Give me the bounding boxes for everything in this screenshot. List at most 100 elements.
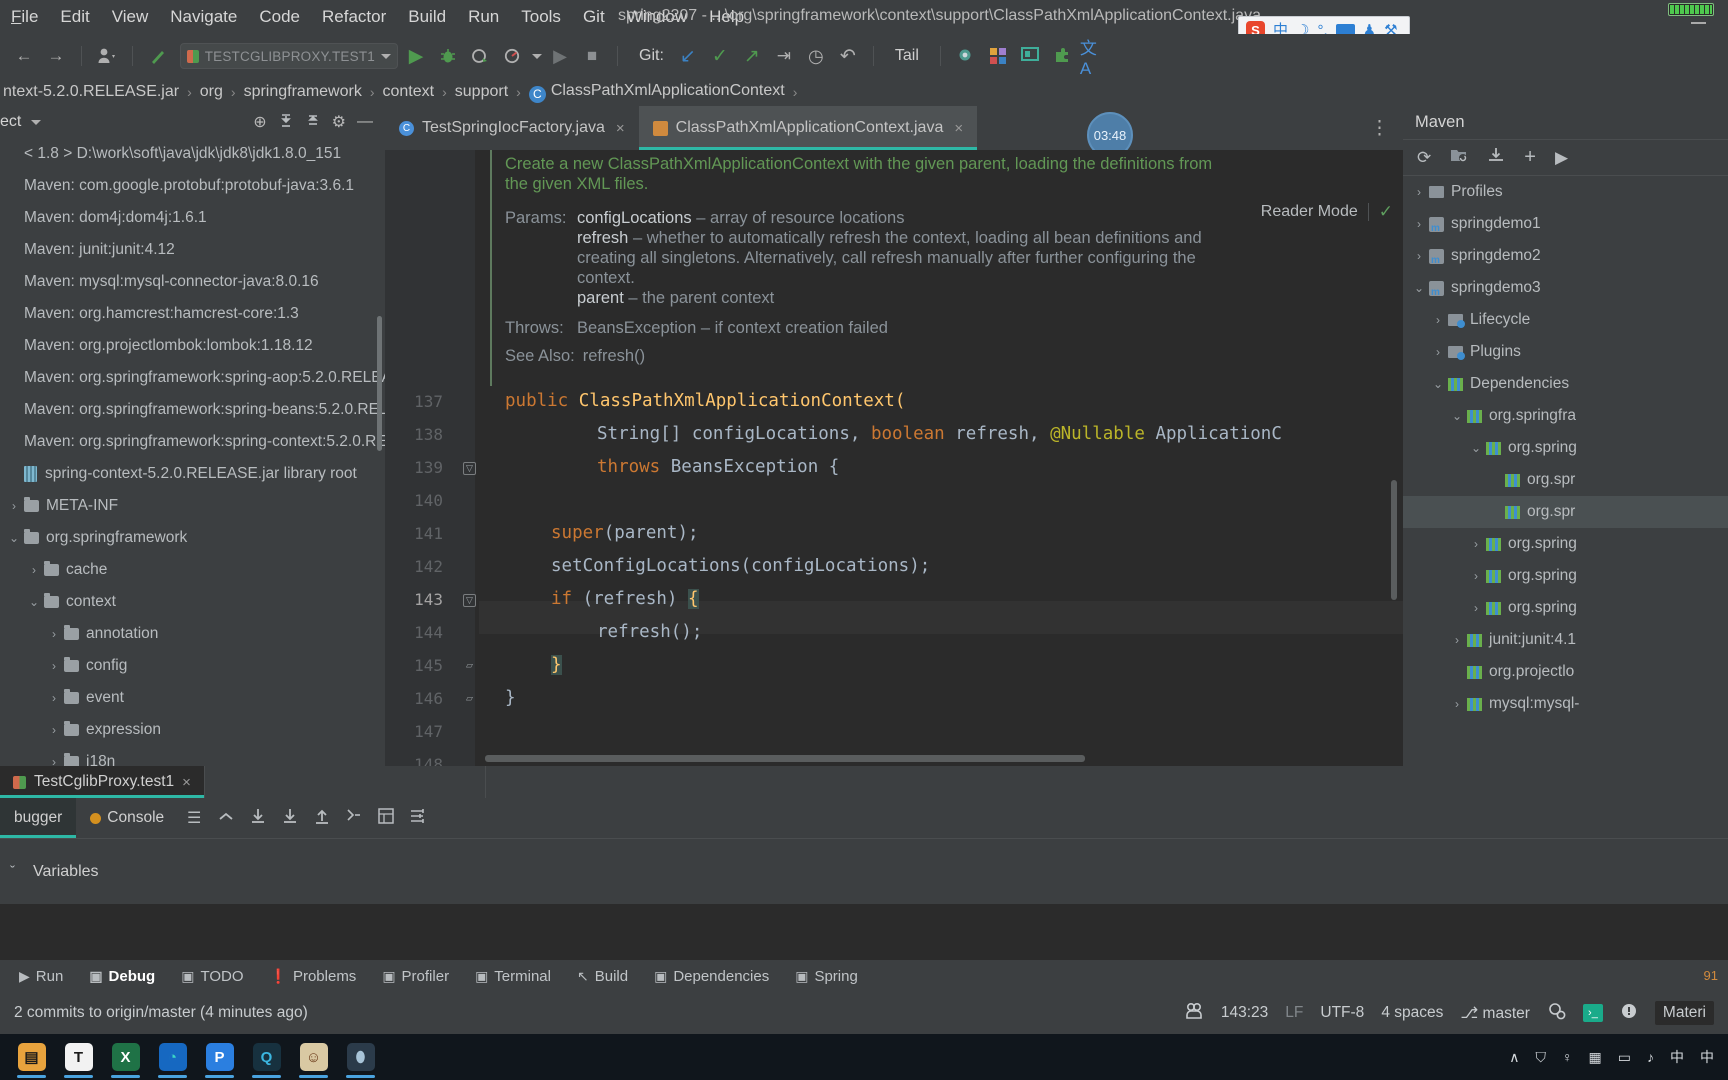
project-tree-row[interactable]: Maven: junit:junit:4.12 (0, 234, 385, 266)
navigate-back-icon[interactable]: ← (10, 42, 38, 70)
force-step-into-icon[interactable] (306, 807, 338, 830)
tool-window-tab-spring[interactable]: ▣ Spring (782, 968, 871, 985)
profile-chevron-icon[interactable] (532, 53, 542, 59)
git-commit-icon[interactable]: ✓ (706, 42, 734, 70)
tool-window-tab-profiler[interactable]: ▣ Profiler (369, 968, 462, 985)
search-everywhere-icon[interactable] (952, 42, 980, 70)
project-tree-row[interactable]: Maven: org.springframework:spring-aop:5.… (0, 362, 385, 394)
profile-button[interactable] (498, 42, 526, 70)
taskbar-edge-icon[interactable]: ◔ (149, 1034, 196, 1080)
maven-tree-row[interactable]: › org.spring (1403, 560, 1728, 592)
tray-monitor-icon[interactable]: ▭ (1618, 1049, 1631, 1066)
maven-tree-row[interactable]: › org.spring (1403, 528, 1728, 560)
breadcrumb-item-jar[interactable]: ntext-5.2.0.RELEASE.jar (0, 83, 182, 101)
project-tree-row[interactable]: Maven: mysql:mysql-connector-java:8.0.16 (0, 266, 385, 298)
project-tree-row[interactable]: spring-context-5.2.0.RELEASE.jar library… (0, 458, 385, 490)
chevron-right-icon[interactable]: › (1428, 345, 1448, 359)
window-minimize-button[interactable] (1691, 22, 1706, 24)
project-tree-row[interactable]: › annotation (0, 618, 385, 650)
maven-run-icon[interactable]: ▶ (1555, 148, 1568, 168)
maven-tree-row[interactable]: › Lifecycle (1403, 304, 1728, 336)
maven-tree-row[interactable]: › Profiles (1403, 176, 1728, 208)
navigate-forward-icon[interactable]: → (42, 42, 70, 70)
menu-git[interactable]: Git (572, 3, 616, 31)
git-branch-icon[interactable]: ⇥ (770, 42, 798, 70)
theme-chip[interactable]: Materi (1654, 1001, 1714, 1025)
tray-lang-icon[interactable]: 中 (1670, 1047, 1684, 1067)
chevron-right-icon[interactable]: › (1428, 313, 1448, 327)
inspections-ok-icon[interactable]: ✓ (1379, 202, 1393, 222)
close-icon[interactable]: × (182, 774, 191, 791)
chevron-right-icon[interactable]: › (44, 755, 64, 766)
git-push-icon[interactable]: ↗ (738, 42, 766, 70)
menu-file[interactable]: File (0, 3, 49, 31)
chevron-down-icon[interactable]: ⌄ (1409, 281, 1429, 295)
chevron-right-icon[interactable]: › (1447, 697, 1467, 711)
project-tree-row[interactable]: › cache (0, 554, 385, 586)
git-update-icon[interactable]: ↙ (674, 42, 702, 70)
chevron-down-icon[interactable] (381, 53, 391, 59)
editor-tab-classpathxmlapplicationcontext[interactable]: ClassPathXmlApplicationContext.java × (638, 106, 978, 150)
vcs-user-icon[interactable] (93, 42, 121, 70)
panel-icon[interactable] (1016, 42, 1044, 70)
project-tree-row[interactable]: › expression (0, 714, 385, 746)
project-tree-row[interactable]: Maven: org.springframework:spring-beans:… (0, 394, 385, 426)
tool-window-tab-problems[interactable]: ❗ Problems (257, 968, 370, 985)
collapse-all-icon[interactable] (305, 112, 321, 133)
chevron-down-icon[interactable]: ⌄ (4, 531, 24, 545)
taskbar-pdf-icon[interactable]: P (196, 1034, 243, 1080)
maven-tree-row[interactable]: ⌄ springdemo3 (1403, 272, 1728, 304)
menu-view[interactable]: View (101, 3, 160, 31)
git-revert-icon[interactable]: ↶ (834, 42, 862, 70)
tool-window-tab-debug[interactable]: ▣ Debug (76, 968, 168, 985)
terminal-icon[interactable]: ›_ (1582, 1004, 1603, 1022)
menu-navigate[interactable]: Navigate (159, 3, 248, 31)
notification-icon[interactable] (1620, 1002, 1638, 1025)
close-icon[interactable]: × (954, 120, 963, 137)
tool-window-tab-todo[interactable]: ▣ TODO (168, 968, 256, 985)
editor-horizontal-scrollbar[interactable] (485, 755, 1085, 762)
stop-button[interactable]: ■ (578, 42, 606, 70)
close-icon[interactable]: × (616, 120, 625, 137)
maven-tree-row[interactable]: ⌄ Dependencies (1403, 368, 1728, 400)
chevron-right-icon[interactable]: › (1466, 569, 1486, 583)
step-into-icon[interactable] (274, 807, 306, 830)
tool-window-tab-dependencies[interactable]: ▣ Dependencies (641, 968, 782, 985)
taskbar-tortoise-icon[interactable]: ⬮ (337, 1034, 384, 1080)
chevron-right-icon[interactable]: › (24, 563, 44, 577)
maven-download-sources-icon[interactable] (1487, 147, 1505, 168)
chevron-right-icon[interactable]: › (1409, 185, 1429, 199)
breadcrumb-item-org[interactable]: org (197, 83, 226, 101)
chevron-right-icon[interactable]: › (1466, 601, 1486, 615)
project-tree-row[interactable]: < 1.8 > D:\work\soft\java\jdk\jdk8\jdk1.… (0, 138, 385, 170)
project-scrollbar[interactable] (377, 316, 382, 451)
project-tree-row[interactable]: Maven: com.google.protobuf:protobuf-java… (0, 170, 385, 202)
project-tree-row[interactable]: › META-INF (0, 490, 385, 522)
maven-add-icon[interactable]: + (1524, 146, 1536, 169)
maven-tree-row[interactable]: › springdemo2 (1403, 240, 1728, 272)
gear-icon[interactable]: ⚙ (332, 112, 346, 132)
tray-shield-icon[interactable]: ⛉ (1536, 1049, 1547, 1066)
maven-tree-row[interactable]: › springdemo1 (1403, 208, 1728, 240)
project-tree-row[interactable]: ⌄ context (0, 586, 385, 618)
maven-tree[interactable]: › Profiles › springdemo1 › springdemo2 ⌄ spring… (1403, 176, 1728, 720)
menu-build[interactable]: Build (397, 3, 457, 31)
caret-position[interactable]: 143:23 (1221, 1004, 1268, 1022)
project-tree-row[interactable]: Maven: org.projectlombok:lombok:1.18.12 (0, 330, 385, 362)
rerun-button[interactable]: ▶ (546, 42, 574, 70)
vcs-status-message[interactable]: 2 commits to origin/master (4 minutes ag… (14, 1004, 308, 1022)
translate-icon[interactable]: 文A (1080, 39, 1108, 78)
hide-panel-icon[interactable]: — (357, 113, 373, 131)
line-separator[interactable]: LF (1285, 1004, 1303, 1022)
menu-refactor[interactable]: Refactor (311, 3, 397, 31)
taskbar-quark-icon[interactable]: Q (243, 1034, 290, 1080)
menu-edit[interactable]: Edit (49, 3, 100, 31)
maven-tree-row[interactable]: › org.spring (1403, 592, 1728, 624)
maven-tree-row[interactable]: org.spr (1403, 464, 1728, 496)
maven-tree-row[interactable]: › mysql:mysql- (1403, 688, 1728, 720)
chevron-right-icon[interactable]: › (44, 659, 64, 673)
fold-end-icon[interactable]: ▱ (463, 693, 476, 706)
vcs-status-icon[interactable] (1184, 1002, 1204, 1025)
menu-run[interactable]: Run (457, 3, 510, 31)
maven-tree-row[interactable]: ⌄ org.spring (1403, 432, 1728, 464)
